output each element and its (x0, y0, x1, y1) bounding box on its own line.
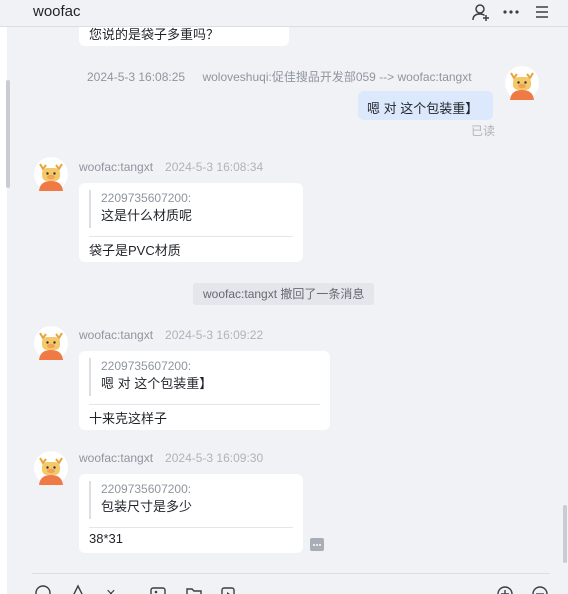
message-meta: woofac:tangxt 2024-5-3 16:08:34 (79, 160, 263, 174)
folder-icon[interactable] (185, 584, 203, 594)
quote-divider (89, 404, 320, 405)
message-time: 2024-5-3 16:09:22 (165, 328, 264, 342)
message-meta: 2024-5-3 16:08:25 woloveshuqi:促佳搜品开发部059… (87, 68, 472, 85)
message-text: 十来克这样子 (89, 411, 168, 426)
recall-notice: woofac:tangxt 撤回了一条消息 (193, 283, 375, 305)
chat-window: 您说的是袋子多重吗？ woofac 2024-5-3 16:08:25 wolo… (0, 0, 568, 594)
right-scrollbar[interactable] (563, 505, 567, 563)
sender-name: woofac:tangxt (79, 451, 154, 465)
chat-title: woofac (33, 3, 81, 20)
quoted-message[interactable]: 2209735607200: 这是什么材质呢 (89, 190, 192, 228)
quote-divider (89, 527, 293, 528)
avatar-self (505, 66, 539, 100)
avatar-contact (34, 326, 68, 360)
image-icon[interactable] (149, 584, 167, 594)
scissors-icon[interactable] (106, 584, 124, 594)
message-time: 2024-5-3 16:09:30 (165, 451, 264, 465)
quoted-message[interactable]: 2209735607200: 包装尺寸是多少 (89, 481, 192, 519)
message-meta: woofac:tangxt 2024-5-3 16:09:22 (79, 328, 263, 342)
quoted-message[interactable]: 2209735607200: 嗯 对 这个包装重】 (89, 358, 212, 396)
add-icon[interactable] (496, 584, 514, 594)
left-scrollbar[interactable] (6, 80, 10, 188)
quoted-sender: 2209735607200: (101, 191, 192, 205)
quoted-text: 嗯 对 这个包装重】 (101, 376, 213, 391)
quoted-text: 包装尺寸是多少 (101, 499, 193, 514)
quoted-sender: 2209735607200: (101, 482, 192, 496)
avatar-contact (34, 157, 68, 191)
chat-icon[interactable] (531, 584, 549, 594)
more-dots-icon[interactable] (502, 3, 520, 21)
composer-divider (32, 573, 550, 574)
message-time: 2024-5-3 16:08:34 (165, 160, 264, 174)
emoji-icon[interactable] (34, 584, 52, 594)
history-icon[interactable] (219, 584, 237, 594)
add-contact-icon[interactable] (472, 3, 490, 21)
chat-header: woofac (0, 0, 568, 27)
message-bubble-contact: 2209735607200: 这是什么材质呢 袋子是PVC材质 (79, 183, 303, 262)
message-text: 袋子是PVC材质 (89, 243, 181, 258)
quote-divider (89, 236, 293, 237)
message-route: woloveshuqi:促佳搜品开发部059 --> woofac:tangxt (202, 70, 472, 84)
message-bubble-self: 嗯 对 这个包装重】 (358, 91, 493, 120)
message-bubble-contact: 2209735607200: 包装尺寸是多少 38*31 (79, 474, 303, 553)
read-status: 已读 (471, 124, 496, 138)
quoted-text: 这是什么材质呢 (101, 208, 193, 223)
message-text: 38*31 (89, 531, 123, 546)
avatar-contact (34, 451, 68, 485)
message-more-button[interactable] (310, 538, 324, 551)
font-icon[interactable] (69, 584, 87, 594)
message-meta: woofac:tangxt 2024-5-3 16:09:30 (79, 451, 263, 465)
sender-name: woofac:tangxt (79, 160, 154, 174)
menu-icon[interactable] (533, 3, 551, 21)
quoted-sender: 2209735607200: (101, 359, 192, 373)
message-time: 2024-5-3 16:08:25 (87, 70, 186, 84)
sender-name: woofac:tangxt (79, 328, 154, 342)
message-bubble-contact: 2209735607200: 嗯 对 这个包装重】 十来克这样子 (79, 351, 330, 430)
message-text: 嗯 对 这个包装重】 (367, 101, 479, 116)
